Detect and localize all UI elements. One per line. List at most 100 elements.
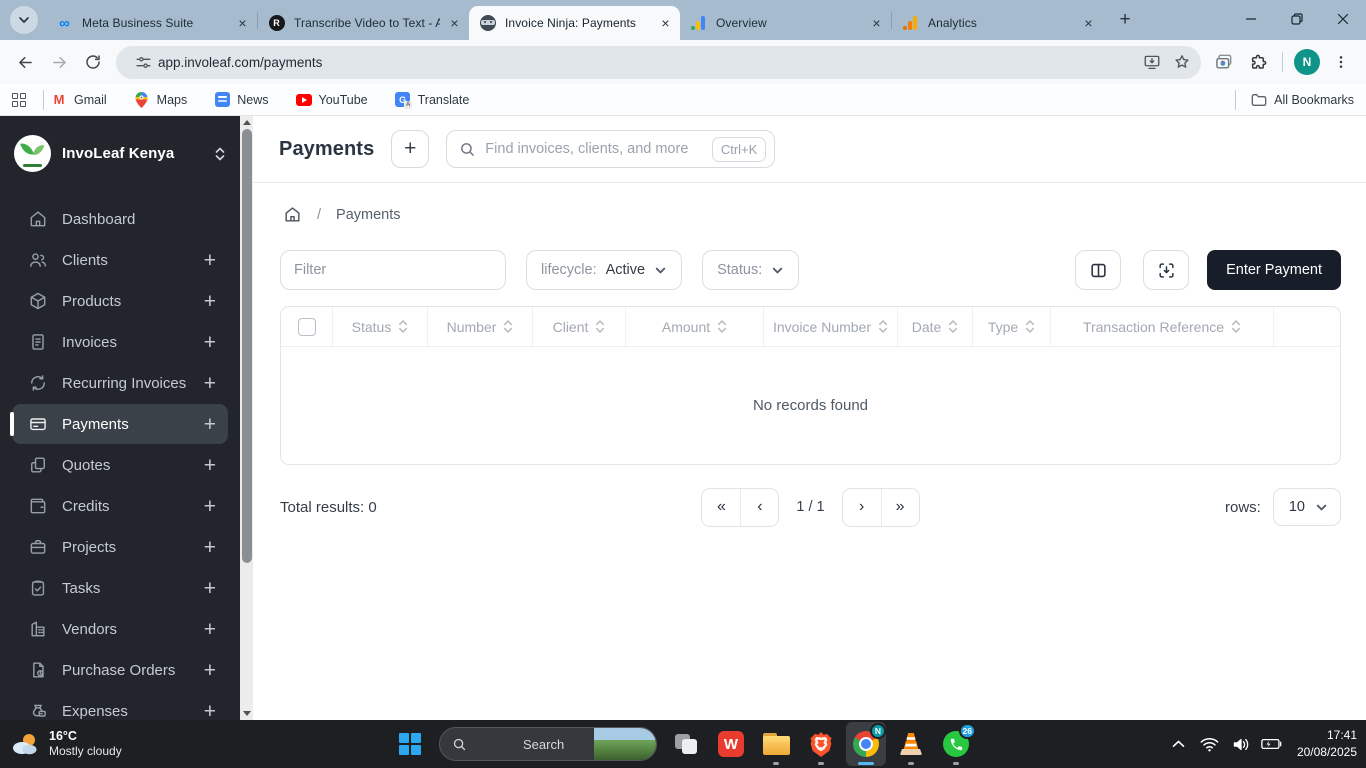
search-highlight-image[interactable] [594,728,656,760]
page-scrollbar[interactable] [240,116,253,720]
global-search[interactable]: Ctrl+K [446,130,775,168]
tab-overview[interactable]: Overview × [680,6,891,40]
taskbar-search[interactable]: Search [439,727,657,761]
sidebar-item-purchase-orders[interactable]: Purchase Orders + [12,650,228,690]
rows-per-page-dropdown[interactable]: 10 [1273,488,1341,526]
sidebar-item-dashboard[interactable]: Dashboard [12,199,228,239]
column-date[interactable]: Date [898,307,973,346]
global-search-input[interactable] [485,141,703,157]
chrome-gallery-icon[interactable] [1207,45,1241,79]
sidebar-item-expenses[interactable]: Expenses + [12,691,228,720]
bookmark-youtube[interactable]: YouTube [296,92,368,108]
vlc-app[interactable] [891,722,931,766]
tab-search-button[interactable] [10,6,38,34]
export-button[interactable] [1143,250,1189,290]
restore-button[interactable] [1274,0,1320,38]
bookmark-gmail[interactable]: M Gmail [51,92,107,108]
sort-icon[interactable] [1025,319,1035,334]
add-payment-button[interactable]: + [204,414,216,435]
scrollbar-thumb[interactable] [242,129,252,563]
sort-icon[interactable] [595,319,605,334]
tab-meta-business-suite[interactable]: ∞ Meta Business Suite × [46,6,257,40]
tab-close-icon[interactable]: × [657,15,674,32]
scroll-up-icon[interactable] [240,116,253,129]
sort-icon[interactable] [1231,319,1241,334]
wps-office-app[interactable]: W [711,722,751,766]
previous-page-button[interactable]: ‹ [740,489,778,526]
column-transaction-reference[interactable]: Transaction Reference [1051,307,1274,346]
add-task-button[interactable]: + [204,578,216,599]
extensions-puzzle-icon[interactable] [1241,45,1275,79]
profile-avatar[interactable]: N [1294,49,1320,75]
next-page-button[interactable]: › [843,489,881,526]
sort-icon[interactable] [948,319,958,334]
column-client[interactable]: Client [533,307,626,346]
browser-menu-icon[interactable] [1324,45,1358,79]
sidebar-item-vendors[interactable]: Vendors + [12,609,228,649]
last-page-button[interactable]: » [881,489,919,526]
add-expense-button[interactable]: + [204,701,216,721]
sidebar-item-credits[interactable]: Credits + [12,486,228,526]
scroll-down-icon[interactable] [240,707,253,720]
column-status[interactable]: Status [333,307,428,346]
back-icon[interactable] [8,45,42,79]
tab-transcribe-video[interactable]: R Transcribe Video to Text - AI × [258,6,469,40]
whatsapp-app[interactable]: 26 [936,722,976,766]
bookmark-maps[interactable]: Maps [134,92,188,108]
all-bookmarks-button[interactable]: All Bookmarks [1251,92,1354,108]
add-purchase-order-button[interactable]: + [204,660,216,681]
forward-icon[interactable] [42,45,76,79]
close-window-button[interactable] [1320,0,1366,38]
tab-close-icon[interactable]: × [446,15,463,32]
add-invoice-button[interactable]: + [204,332,216,353]
file-explorer-app[interactable] [756,722,796,766]
sidebar-item-clients[interactable]: Clients + [12,240,228,280]
tab-invoice-ninja-payments[interactable]: Invoice Ninja: Payments × [469,6,680,40]
select-all-checkbox[interactable] [298,318,316,336]
column-type[interactable]: Type [973,307,1051,346]
sidebar-item-projects[interactable]: Projects + [12,527,228,567]
address-bar[interactable]: app.involeaf.com/payments [116,46,1201,79]
tray-chevron-up-icon[interactable] [1167,729,1191,759]
add-client-button[interactable]: + [204,250,216,271]
add-credit-button[interactable]: + [204,496,216,517]
tab-close-icon[interactable]: × [1080,15,1097,32]
sort-icon[interactable] [878,319,888,334]
sidebar-item-tasks[interactable]: Tasks + [12,568,228,608]
new-tab-button[interactable]: + [1111,6,1139,34]
site-info-icon[interactable] [128,47,158,77]
company-selector[interactable]: InvoLeaf Kenya [0,129,240,188]
add-product-button[interactable]: + [204,291,216,312]
sort-icon[interactable] [398,319,408,334]
add-recurring-invoice-button[interactable]: + [204,373,216,394]
filter-input[interactable] [280,250,506,290]
task-view-button[interactable] [666,722,706,766]
breadcrumb-home-icon[interactable] [283,205,302,224]
add-quote-button[interactable]: + [204,455,216,476]
wifi-icon[interactable] [1198,729,1222,759]
add-project-button[interactable]: + [204,537,216,558]
sidebar-item-products[interactable]: Products + [12,281,228,321]
sidebar-item-recurring-invoices[interactable]: Recurring Invoices + [12,363,228,403]
column-amount[interactable]: Amount [626,307,764,346]
breadcrumb-current[interactable]: Payments [336,207,400,223]
sidebar-item-payments[interactable]: Payments + [12,404,228,444]
start-button[interactable] [390,722,430,766]
first-page-button[interactable]: « [702,489,740,526]
tab-close-icon[interactable]: × [868,15,885,32]
battery-icon[interactable] [1260,729,1284,759]
add-vendor-button[interactable]: + [204,619,216,640]
status-dropdown[interactable]: Status: [702,250,799,290]
minimize-button[interactable] [1228,0,1274,38]
sidebar-item-invoices[interactable]: Invoices + [12,322,228,362]
column-invoice-number[interactable]: Invoice Number [764,307,898,346]
taskbar-clock[interactable]: 17:41 20/08/2025 [1297,727,1357,762]
reload-icon[interactable] [76,45,110,79]
bookmark-translate[interactable]: G Translate [395,92,470,108]
sort-icon[interactable] [717,319,727,334]
lifecycle-dropdown[interactable]: lifecycle: Active [526,250,682,290]
column-number[interactable]: Number [428,307,533,346]
install-app-icon[interactable] [1137,47,1167,77]
volume-icon[interactable] [1229,729,1253,759]
weather-widget[interactable]: 16°C Mostly cloudy [0,729,250,760]
